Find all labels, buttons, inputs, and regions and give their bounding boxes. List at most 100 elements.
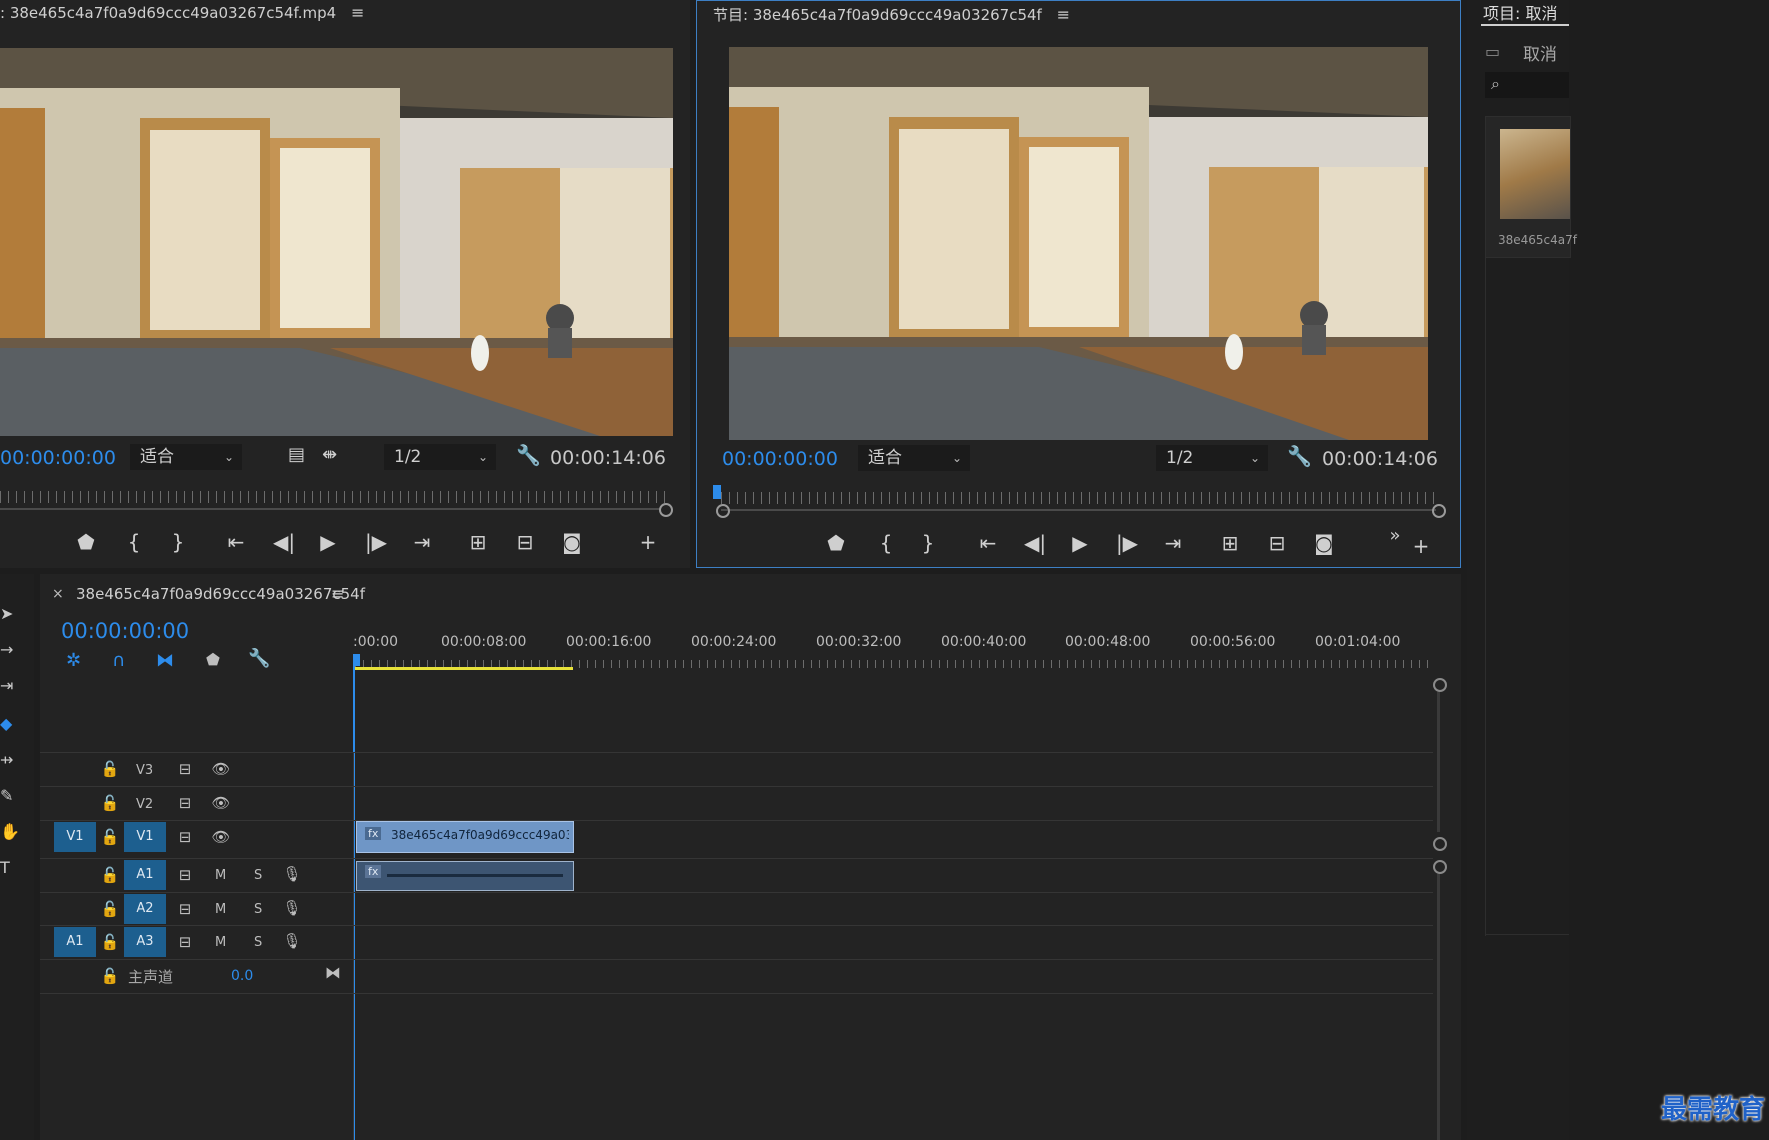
microphone-icon[interactable]: 🎙 <box>280 865 304 883</box>
source-zoom-handle[interactable] <box>659 503 673 517</box>
track-label-v3[interactable]: V3 <box>136 763 153 778</box>
mute-button[interactable]: M <box>215 902 226 917</box>
project-title[interactable]: 项目: 取消 <box>1483 0 1557 24</box>
ripple-edit-tool-icon[interactable]: ⇥ <box>0 676 13 695</box>
source-resolution-dropdown[interactable]: 1/2 ⌄ <box>384 444 496 470</box>
go-to-in-icon[interactable]: ⇤ <box>970 528 1006 558</box>
eye-icon[interactable]: 👁 <box>209 794 233 812</box>
program-scrollbar[interactable] <box>721 509 1436 511</box>
timeline-ruler[interactable]: :00:00 00:00:08:00 00:00:16:00 00:00:24:… <box>353 634 1453 654</box>
track-row-v2[interactable]: 🔓 V2 ⊟ 👁 <box>40 786 1433 820</box>
lift-icon[interactable]: ⊞ <box>1212 528 1248 558</box>
video-clip[interactable]: fx 38e465c4a7f0a9d69ccc49a0326 <box>356 821 574 853</box>
slip-tool-icon[interactable]: ⇸ <box>0 750 13 769</box>
add-button-icon[interactable]: + <box>630 527 666 557</box>
source-fit-dropdown[interactable]: 适合 ⌄ <box>130 444 242 470</box>
sync-lock-icon[interactable]: ⊟ <box>173 933 197 951</box>
add-marker-icon[interactable]: ⬟ <box>206 650 220 669</box>
eye-icon[interactable]: 👁 <box>209 760 233 778</box>
program-zoom-handle-right[interactable] <box>1432 504 1446 518</box>
audio-scrollbar[interactable] <box>1437 874 1440 1140</box>
add-marker-icon[interactable]: ⬟ <box>68 527 104 557</box>
close-tab-icon[interactable]: × <box>52 586 64 602</box>
go-to-in-icon[interactable]: ⇤ <box>218 527 254 557</box>
wrench-icon[interactable]: 🔧 <box>1287 444 1312 468</box>
project-breadcrumb[interactable]: 取消 <box>1523 40 1557 65</box>
track-row-v1[interactable]: V1 🔓 V1 ⊟ 👁 fx 38e465c4a7f0a9d69ccc49a03… <box>40 820 1433 854</box>
extract-icon[interactable]: ⊟ <box>1259 528 1295 558</box>
track-label-v2[interactable]: V2 <box>136 797 153 812</box>
lock-icon[interactable]: 🔓 <box>98 933 122 951</box>
track-target-v1[interactable]: V1 <box>124 822 166 852</box>
hamburger-menu-icon[interactable]: ≡ <box>331 584 344 603</box>
step-back-icon[interactable]: ◀| <box>1017 528 1053 558</box>
sync-lock-icon[interactable]: ⊟ <box>173 760 197 778</box>
microphone-icon[interactable]: 🎙 <box>280 899 304 917</box>
audio-clip[interactable]: fx <box>356 861 574 891</box>
track-row-a2[interactable]: 🔓 A2 ⊟ M S 🎙 <box>40 892 1433 926</box>
wrench-icon[interactable]: 🔧 <box>248 648 270 669</box>
lock-icon[interactable]: 🔓 <box>98 967 122 985</box>
overwrite-icon[interactable]: ⊟ <box>507 527 543 557</box>
mark-in-icon[interactable]: { <box>116 527 152 557</box>
lock-icon[interactable]: 🔓 <box>98 900 122 918</box>
mark-out-icon[interactable]: } <box>910 528 946 558</box>
a-scroll-top-handle[interactable] <box>1433 860 1447 874</box>
lock-icon[interactable]: 🔓 <box>98 866 122 884</box>
track-row-master[interactable]: 🔓 主声道 0.0 ⧓ <box>40 959 1433 994</box>
sequence-tab-title[interactable]: 38e465c4a7f0a9d69ccc49a03267c54f <box>76 585 365 603</box>
track-select-tool-icon[interactable]: → <box>0 640 13 659</box>
step-forward-icon[interactable]: |▶ <box>358 527 394 557</box>
work-area-bar[interactable] <box>355 667 573 670</box>
solo-button[interactable]: S <box>254 935 262 950</box>
source-patch-v1[interactable]: V1 <box>54 822 96 852</box>
wrench-icon[interactable]: 🔧 <box>516 443 541 467</box>
source-monitor-title[interactable]: : 38e465c4a7f0a9d69ccc49a03267c54f.mp4 ≡ <box>0 3 364 22</box>
lock-icon[interactable]: 🔓 <box>98 760 122 778</box>
go-to-out-icon[interactable]: ⇥ <box>404 527 440 557</box>
sync-lock-icon[interactable]: ⊟ <box>173 866 197 884</box>
program-zoom-handle-left[interactable] <box>716 504 730 518</box>
export-frame-icon[interactable]: ◙ <box>554 527 590 557</box>
source-timecode[interactable]: 00:00:00:00 <box>0 447 116 469</box>
source-patch-a1[interactable]: A1 <box>54 927 96 957</box>
mute-button[interactable]: M <box>215 868 226 883</box>
microphone-icon[interactable]: 🎙 <box>280 932 304 950</box>
add-marker-icon[interactable]: ⬟ <box>818 528 854 558</box>
razor-tool-icon[interactable]: ◆ <box>0 714 12 733</box>
program-fit-dropdown[interactable]: 适合 ⌄ <box>858 445 970 471</box>
folder-up-icon[interactable]: ▭ <box>1485 42 1500 61</box>
drag-audio-icon[interactable]: ⇼ <box>322 444 337 465</box>
master-volume-value[interactable]: 0.0 <box>231 968 253 984</box>
lock-icon[interactable]: 🔓 <box>98 794 122 812</box>
track-row-v3[interactable]: 🔓 V3 ⊟ 👁 <box>40 752 1433 786</box>
hand-tool-icon[interactable]: ✋ <box>0 822 20 841</box>
source-time-ruler[interactable] <box>0 491 665 503</box>
program-playhead[interactable] <box>713 485 721 499</box>
solo-button[interactable]: S <box>254 868 262 883</box>
track-row-a1[interactable]: 🔓 A1 ⊟ M S 🎙 fx <box>40 858 1433 892</box>
program-monitor-title[interactable]: 节目: 38e465c4a7f0a9d69ccc49a03267c54f ≡ <box>713 4 1070 25</box>
program-resolution-dropdown[interactable]: 1/2 ⌄ <box>1156 445 1268 471</box>
v-scroll-mid-handle[interactable] <box>1433 837 1447 851</box>
program-time-ruler[interactable] <box>721 492 1441 504</box>
sync-lock-icon[interactable]: ⊟ <box>173 794 197 812</box>
mute-button[interactable]: M <box>215 935 226 950</box>
track-target-a3[interactable]: A3 <box>124 927 166 957</box>
track-target-a2[interactable]: A2 <box>124 894 166 924</box>
go-to-out-icon[interactable]: ⇥ <box>1155 528 1191 558</box>
mark-in-icon[interactable]: { <box>868 528 904 558</box>
hamburger-menu-icon[interactable]: ≡ <box>351 3 364 22</box>
sync-lock-icon[interactable]: ⊟ <box>173 900 197 918</box>
mark-out-icon[interactable]: } <box>160 527 196 557</box>
go-to-end-icon[interactable]: ⧓ <box>325 963 341 982</box>
step-forward-icon[interactable]: |▶ <box>1109 528 1145 558</box>
source-scrollbar[interactable] <box>0 508 660 510</box>
project-search-input[interactable]: ⌕ <box>1485 72 1569 98</box>
sync-lock-icon[interactable]: ⊟ <box>173 828 197 846</box>
step-back-icon[interactable]: ◀| <box>266 527 302 557</box>
add-button-icon[interactable]: + <box>1403 531 1439 561</box>
solo-button[interactable]: S <box>254 902 262 917</box>
lock-icon[interactable]: 🔓 <box>98 828 122 846</box>
video-scrollbar[interactable] <box>1437 692 1440 832</box>
